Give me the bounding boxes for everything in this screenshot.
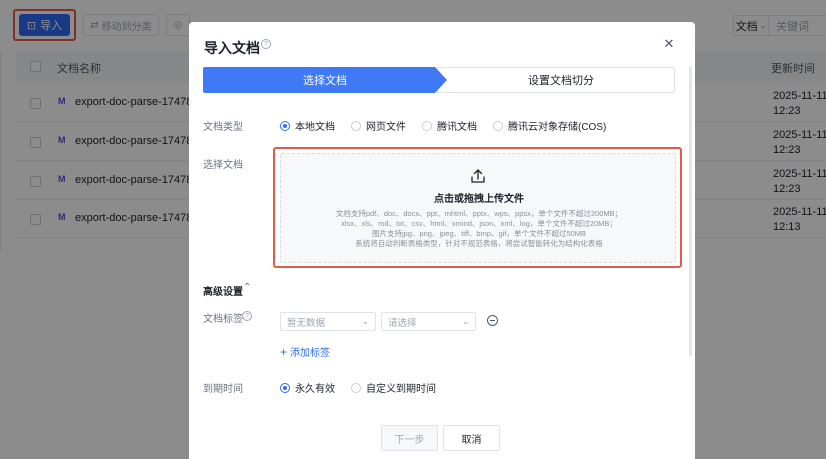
plus-icon: + [280, 344, 288, 359]
cancel-button[interactable]: 取消 [443, 425, 500, 451]
expire-label: 到期时间 [203, 384, 243, 395]
radio-permanent[interactable]: 永久有效 [280, 380, 335, 395]
radio-unchecked-icon [351, 382, 361, 393]
close-icon[interactable]: ✕ [662, 36, 676, 52]
chevron-up-icon[interactable]: ⌃ [243, 282, 251, 293]
tag-key-placeholder: 暂无数据 [287, 317, 326, 329]
step-label: 设置文档切分 [528, 75, 594, 87]
upload-hint-line: xlsx、xls、md、txt、csv、html、xmind、json、xml、… [341, 219, 617, 228]
help-icon[interactable]: ? [261, 39, 271, 49]
advanced-settings-title[interactable]: 高级设置 [203, 283, 243, 298]
upload-hint-line: 图片支持jpg、png、jpeg、tiff、bmp、gif，单个文件不超过50M… [371, 229, 587, 238]
import-document-modal: 导入文档 ? ✕ 设置文档切分 选择文档 文档类型 本地文档 网页文件 腾讯文档… [189, 22, 695, 459]
radio-label: 本地文档 [295, 122, 335, 133]
doc-type-radio-group: 本地文档 网页文件 腾讯文档 腾讯云对象存储(COS) [280, 118, 622, 133]
chevron-down-icon: ⌄ [362, 317, 369, 326]
radio-label: 网页文件 [366, 122, 406, 133]
tag-value-placeholder: 请选择 [388, 317, 417, 329]
upload-dropzone[interactable]: 点击或拖拽上传文件 文档支持pdf、doc、docx、ppt、mhtml、ppt… [280, 153, 676, 263]
select-doc-label: 选择文档 [203, 160, 243, 171]
doc-tag-label: 文档标签 [203, 314, 243, 325]
step-select-document: 选择文档 [203, 67, 447, 93]
upload-icon [471, 169, 485, 183]
radio-label: 永久有效 [295, 384, 335, 395]
expire-radio-group: 永久有效 自定义到期时间 [280, 380, 452, 395]
step-indicator: 设置文档切分 选择文档 [203, 67, 675, 93]
tag-key-select[interactable]: 暂无数据 ⌄ [280, 312, 376, 331]
step-set-split: 设置文档切分 [437, 67, 675, 93]
radio-unchecked-icon [422, 120, 432, 131]
add-tag-button[interactable]: + 添加标签 [280, 344, 331, 360]
modal-scrollbar[interactable] [689, 66, 692, 356]
modal-title: 导入文档 [204, 40, 260, 56]
tag-help-icon[interactable]: ? [242, 311, 252, 321]
radio-cos[interactable]: 腾讯云对象存储(COS) [493, 118, 606, 133]
radio-local-doc[interactable]: 本地文档 [280, 118, 335, 133]
radio-custom-expire[interactable]: 自定义到期时间 [351, 380, 436, 395]
step-label: 选择文档 [303, 75, 347, 87]
radio-unchecked-icon [493, 120, 503, 131]
radio-label: 自定义到期时间 [366, 384, 436, 395]
cancel-label: 取消 [461, 434, 482, 446]
next-step-label: 下一步 [394, 434, 425, 446]
radio-unchecked-icon [351, 120, 361, 131]
radio-tencent-doc[interactable]: 腾讯文档 [422, 118, 477, 133]
upload-hint-line: 文档支持pdf、doc、docx、ppt、mhtml、pptx、wps、ppsx… [335, 209, 623, 218]
next-step-button[interactable]: 下一步 [381, 425, 438, 451]
radio-label: 腾讯文档 [437, 122, 477, 133]
chevron-down-icon: ⌄ [462, 317, 469, 326]
tag-value-select[interactable]: 请选择 ⌄ [381, 312, 476, 331]
radio-label: 腾讯云对象存储(COS) [508, 122, 607, 133]
upload-hint-line: 系统将自动判断表格类型，针对不规范表格，将尝试智能转化为结构化表格 [355, 239, 603, 248]
add-tag-label: 添加标签 [290, 348, 331, 359]
remove-tag-icon[interactable] [487, 315, 498, 326]
radio-web-file[interactable]: 网页文件 [351, 118, 406, 133]
radio-checked-icon [280, 120, 290, 131]
radio-checked-icon [280, 382, 290, 393]
upload-title: 点击或拖拽上传文件 [434, 194, 524, 205]
doc-type-label: 文档类型 [203, 122, 243, 133]
